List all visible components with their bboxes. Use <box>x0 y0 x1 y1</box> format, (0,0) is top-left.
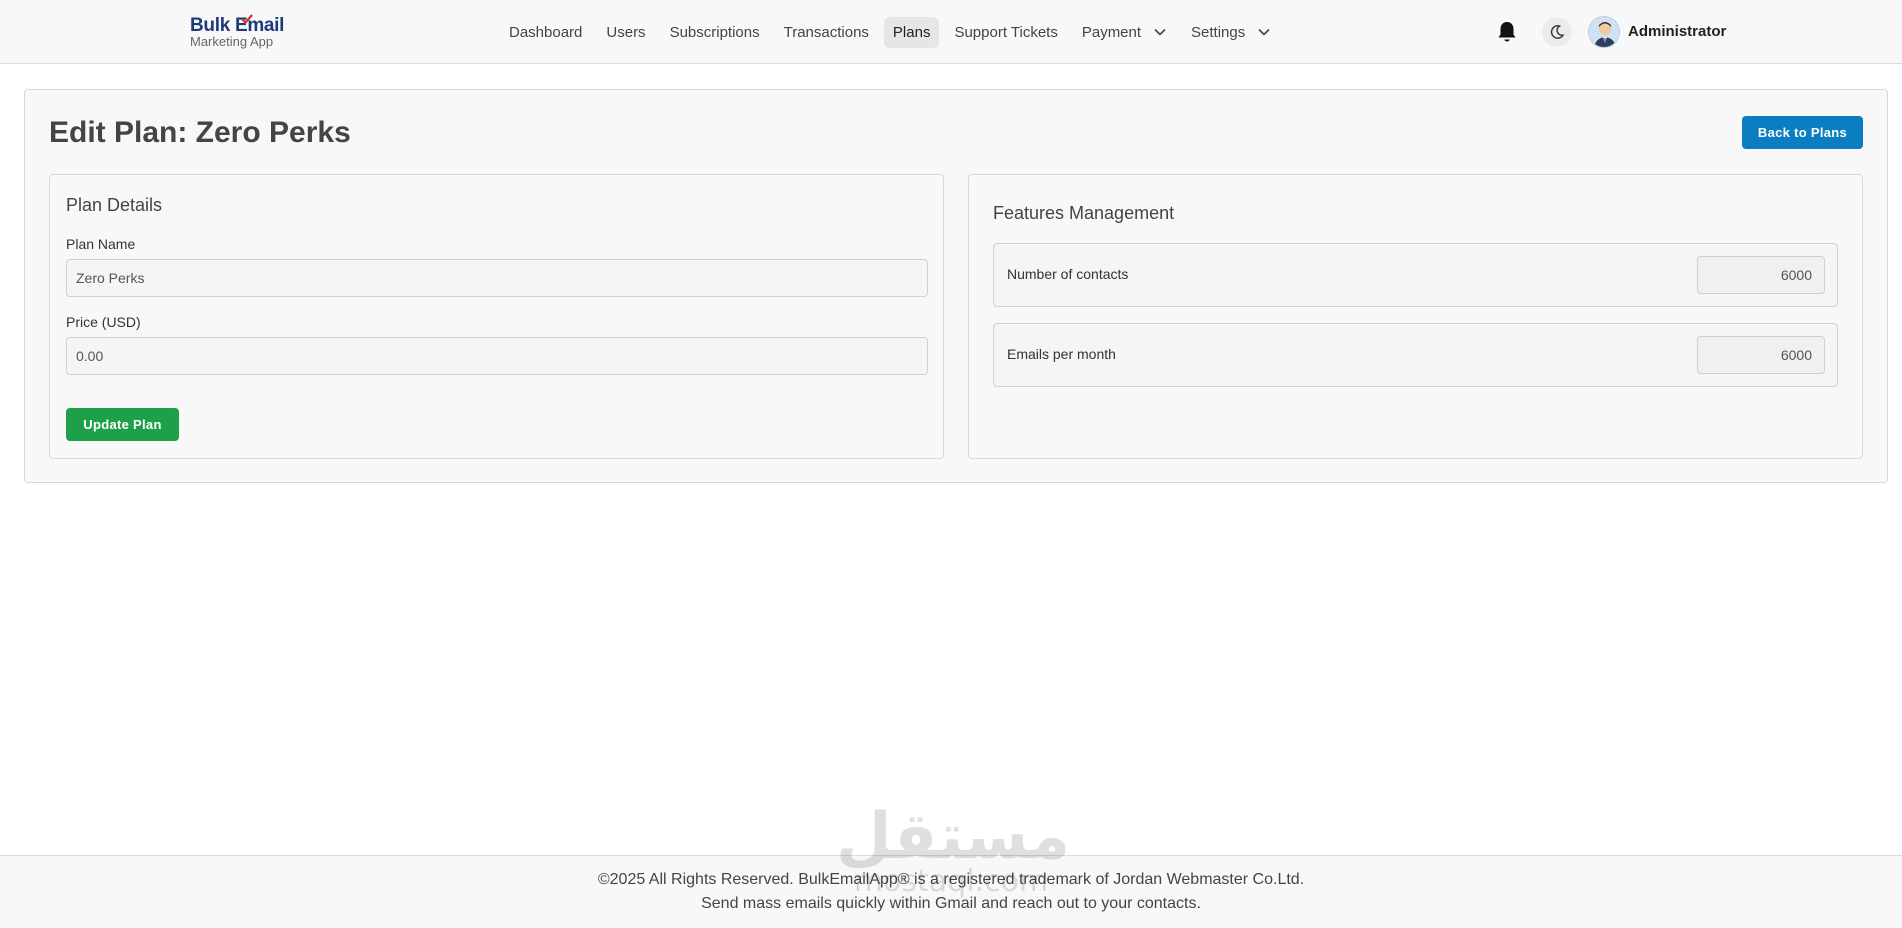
nav-label: Settings <box>1191 23 1246 41</box>
edit-plan-card: Edit Plan: Zero Perks Back to Plans Plan… <box>24 89 1888 483</box>
moon-icon <box>1550 25 1565 39</box>
nav-label: Plans <box>892 23 931 41</box>
watermark: مستقل mostaql.com <box>836 800 1071 902</box>
nav-label: Subscriptions <box>669 23 760 41</box>
chevron-down-icon <box>1258 28 1270 36</box>
feature-label: Number of contacts <box>1007 266 1129 282</box>
nav-settings-dropdown[interactable]: Settings <box>1182 17 1280 48</box>
theme-toggle-button[interactable] <box>1542 17 1572 47</box>
nav-subscriptions[interactable]: Subscriptions <box>661 17 769 48</box>
brand-logo[interactable]: Bulk Email Marketing App <box>190 14 290 50</box>
emails-per-month-input[interactable] <box>1697 336 1825 374</box>
nav-users[interactable]: Users <box>597 17 654 48</box>
features-heading: Features Management <box>993 203 1175 223</box>
main-nav: Dashboard Users Subscriptions Transactio… <box>500 16 1286 48</box>
avatar[interactable] <box>1588 16 1620 48</box>
page-title: Edit Plan: Zero Perks <box>49 116 351 149</box>
top-navbar: Bulk Email Marketing App Dashboard Users… <box>0 0 1902 64</box>
price-input[interactable] <box>66 337 928 375</box>
price-label: Price (USD) <box>66 314 141 330</box>
brand-subtitle: Marketing App <box>190 34 274 49</box>
nav-label: Transactions <box>783 23 869 41</box>
plan-details-panel: Plan Details Plan Name Price (USD) Updat… <box>49 174 944 459</box>
bell-icon[interactable] <box>1496 20 1518 44</box>
nav-label: Support Tickets <box>954 23 1058 41</box>
features-panel: Features Management Number of contacts E… <box>968 174 1863 459</box>
feature-label: Emails per month <box>1007 346 1116 362</box>
checkmark-icon <box>241 14 253 24</box>
plan-details-heading: Plan Details <box>66 195 163 215</box>
nav-label: Dashboard <box>509 23 583 41</box>
chevron-down-icon <box>1154 28 1166 36</box>
nav-plans[interactable]: Plans <box>883 16 940 48</box>
back-to-plans-button[interactable]: Back to Plans <box>1742 116 1863 149</box>
user-name[interactable]: Administrator <box>1628 23 1726 40</box>
nav-transactions[interactable]: Transactions <box>775 17 878 48</box>
plan-name-label: Plan Name <box>66 236 136 252</box>
watermark-arabic: مستقل <box>836 800 1071 874</box>
nav-dashboard[interactable]: Dashboard <box>500 17 591 48</box>
nav-label: Users <box>606 23 646 41</box>
contacts-limit-input[interactable] <box>1697 256 1825 294</box>
feature-row: Number of contacts <box>993 243 1838 307</box>
feature-row: Emails per month <box>993 323 1838 387</box>
nav-support-tickets[interactable]: Support Tickets <box>945 17 1066 48</box>
watermark-latin: mostaql.com <box>853 864 1049 899</box>
nav-payment-dropdown[interactable]: Payment <box>1073 17 1176 48</box>
update-plan-button[interactable]: Update Plan <box>66 408 179 441</box>
user-avatar-icon <box>1589 17 1619 47</box>
plan-name-input[interactable] <box>66 259 928 297</box>
nav-label: Payment <box>1081 23 1142 41</box>
brand-title: Bulk Email <box>190 15 285 36</box>
